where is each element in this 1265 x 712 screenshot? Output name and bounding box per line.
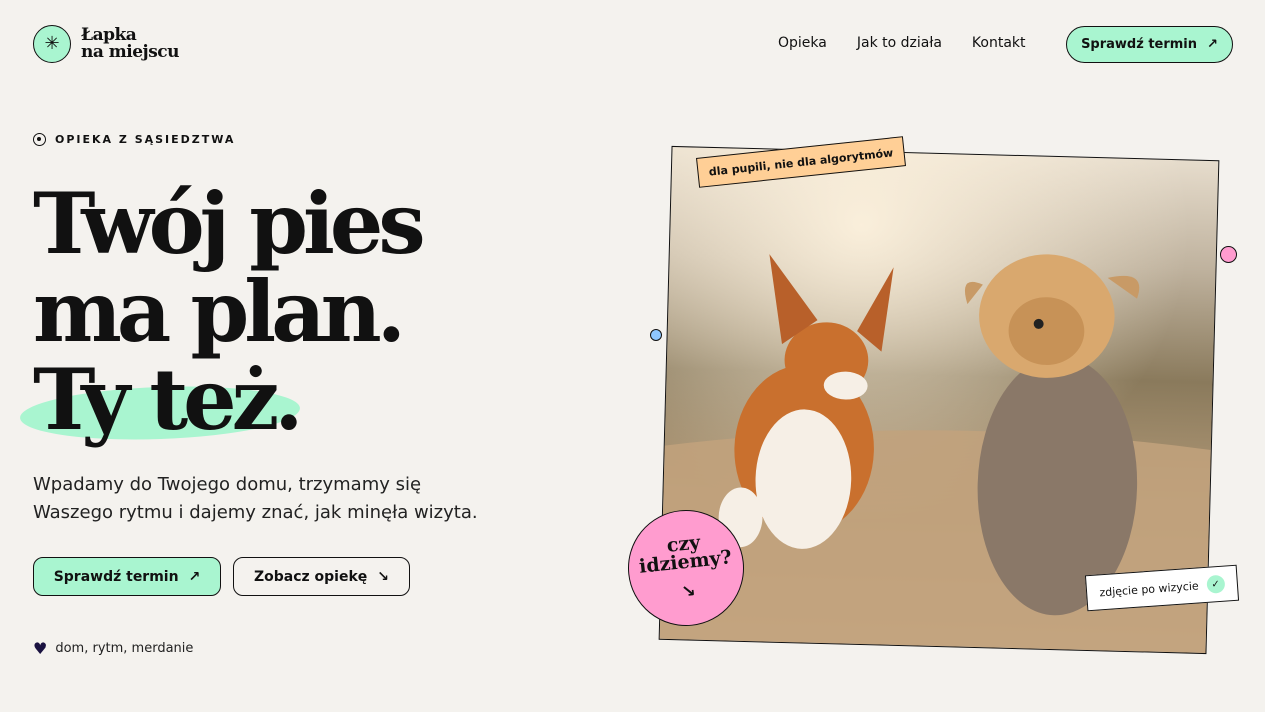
pink-dot-decoration (1220, 246, 1237, 263)
footnote-text: dom, rytm, merdanie (55, 641, 194, 656)
target-icon (33, 133, 46, 146)
arrow-up-right-icon: ↗ (188, 568, 201, 585)
logo-line-2: na miejscu (81, 42, 180, 62)
logo-text: Łapka na miejscu (81, 27, 180, 62)
hero-subtitle: Wpadamy do Twojego domu, trzymamy się Wa… (33, 471, 478, 527)
nav-item-opieka[interactable]: Opieka (778, 35, 827, 51)
check-icon: ✓ (1205, 574, 1226, 594)
see-care-button[interactable]: Zobacz opiekę ↘ (233, 557, 410, 596)
hero-footnote: ♥ dom, rytm, merdanie (33, 639, 193, 658)
headline-line-2: ma plan. (33, 262, 406, 361)
nav-item-kontakt[interactable]: Kontakt (972, 35, 1026, 51)
heart-icon: ♥ (33, 639, 48, 658)
header-check-date-button[interactable]: Sprawdź termin ↗ (1066, 26, 1233, 63)
asterisk-icon: ✳ (33, 25, 71, 63)
check-date-button[interactable]: Sprawdź termin ↗ (33, 557, 221, 596)
see-care-label: Zobacz opiekę (253, 568, 368, 585)
eyebrow-label: OPIEKA Z SĄSIEDZTWA (55, 133, 236, 146)
arrow-down-right-icon: ↘ (680, 581, 697, 603)
headline-line-3: Ty też. (33, 350, 304, 449)
caption-text: zdjęcie po wizycie (1099, 578, 1200, 599)
hero-headline: Twój pies ma plan. Ty też. (33, 174, 426, 449)
check-date-label: Sprawdź termin (53, 568, 179, 585)
hero-cta-row: Sprawdź termin ↗ Zobacz opiekę ↘ (33, 557, 410, 596)
subtitle-line-2: Waszego rytmu i dajemy znać, jak minęła … (33, 502, 478, 523)
blue-dot-decoration (650, 329, 662, 341)
eyebrow: OPIEKA Z SĄSIEDZTWA (33, 133, 235, 146)
main-nav: Opieka Jak to działa Kontakt (778, 35, 1026, 51)
arrow-down-right-icon: ↘ (377, 568, 390, 585)
arrow-up-right-icon: ↗ (1207, 37, 1218, 52)
header-cta-label: Sprawdź termin (1081, 37, 1198, 52)
badge-line-2: idziemy? (638, 546, 733, 578)
headline-line-1: Twój pies (33, 174, 426, 273)
nav-item-jak-to-dziala[interactable]: Jak to działa (857, 35, 942, 51)
subtitle-line-1: Wpadamy do Twojego domu, trzymamy się (33, 474, 422, 495)
logo[interactable]: ✳ Łapka na miejscu (33, 25, 180, 63)
